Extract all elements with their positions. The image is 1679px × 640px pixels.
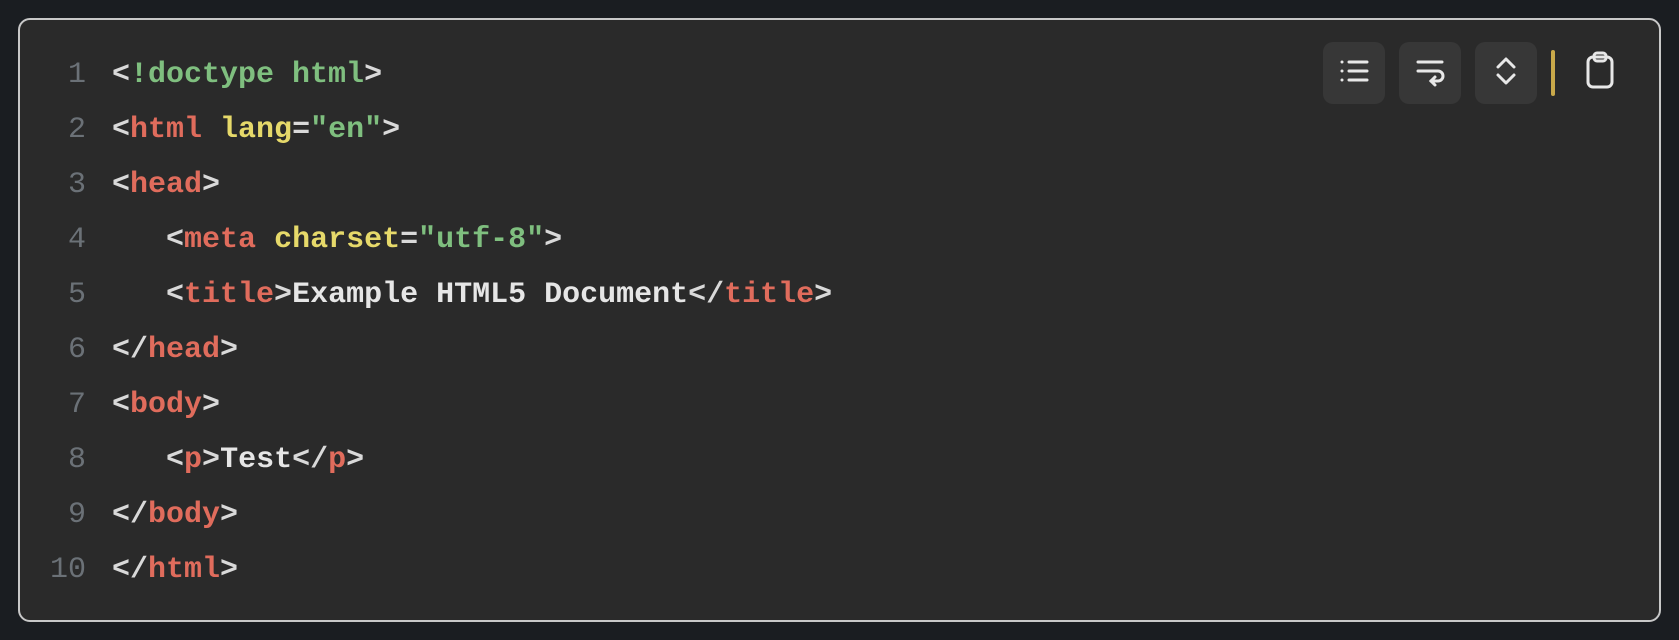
code-lines[interactable]: 1<!doctype html>2<html lang="en">3<head>… bbox=[40, 48, 1639, 598]
code-content[interactable]: <meta charset="utf-8"> bbox=[112, 213, 562, 268]
line-number: 5 bbox=[40, 268, 112, 323]
line-number: 4 bbox=[40, 213, 112, 268]
expand-button[interactable] bbox=[1475, 42, 1537, 104]
code-content[interactable]: <head> bbox=[112, 158, 220, 213]
expand-icon bbox=[1487, 52, 1525, 95]
code-content[interactable]: </head> bbox=[112, 323, 238, 378]
line-numbers-button[interactable] bbox=[1323, 42, 1385, 104]
code-line[interactable]: 4 <meta charset="utf-8"> bbox=[40, 213, 1639, 268]
code-line[interactable]: 10</html> bbox=[40, 543, 1639, 598]
code-block: 1<!doctype html>2<html lang="en">3<head>… bbox=[18, 18, 1661, 622]
code-line[interactable]: 9</body> bbox=[40, 488, 1639, 543]
code-line[interactable]: 7<body> bbox=[40, 378, 1639, 433]
line-number: 1 bbox=[40, 48, 112, 103]
code-line[interactable]: 2<html lang="en"> bbox=[40, 103, 1639, 158]
clipboard-icon bbox=[1580, 49, 1620, 98]
code-content[interactable]: <title>Example HTML5 Document</title> bbox=[112, 268, 832, 323]
wrap-icon bbox=[1411, 52, 1449, 95]
code-content[interactable]: <!doctype html> bbox=[112, 48, 382, 103]
line-number: 2 bbox=[40, 103, 112, 158]
line-number: 7 bbox=[40, 378, 112, 433]
code-content[interactable]: </body> bbox=[112, 488, 238, 543]
copy-button[interactable] bbox=[1569, 42, 1631, 104]
line-number: 10 bbox=[40, 543, 112, 598]
code-content[interactable]: <p>Test</p> bbox=[112, 433, 364, 488]
toolbar-divider bbox=[1551, 50, 1555, 96]
code-line[interactable]: 5 <title>Example HTML5 Document</title> bbox=[40, 268, 1639, 323]
list-icon bbox=[1335, 52, 1373, 95]
word-wrap-button[interactable] bbox=[1399, 42, 1461, 104]
code-content[interactable]: <body> bbox=[112, 378, 220, 433]
line-number: 3 bbox=[40, 158, 112, 213]
code-content[interactable]: </html> bbox=[112, 543, 238, 598]
code-line[interactable]: 6</head> bbox=[40, 323, 1639, 378]
code-toolbar bbox=[1323, 42, 1631, 104]
line-number: 6 bbox=[40, 323, 112, 378]
line-number: 9 bbox=[40, 488, 112, 543]
code-content[interactable]: <html lang="en"> bbox=[112, 103, 400, 158]
code-line[interactable]: 8 <p>Test</p> bbox=[40, 433, 1639, 488]
line-number: 8 bbox=[40, 433, 112, 488]
code-line[interactable]: 3<head> bbox=[40, 158, 1639, 213]
